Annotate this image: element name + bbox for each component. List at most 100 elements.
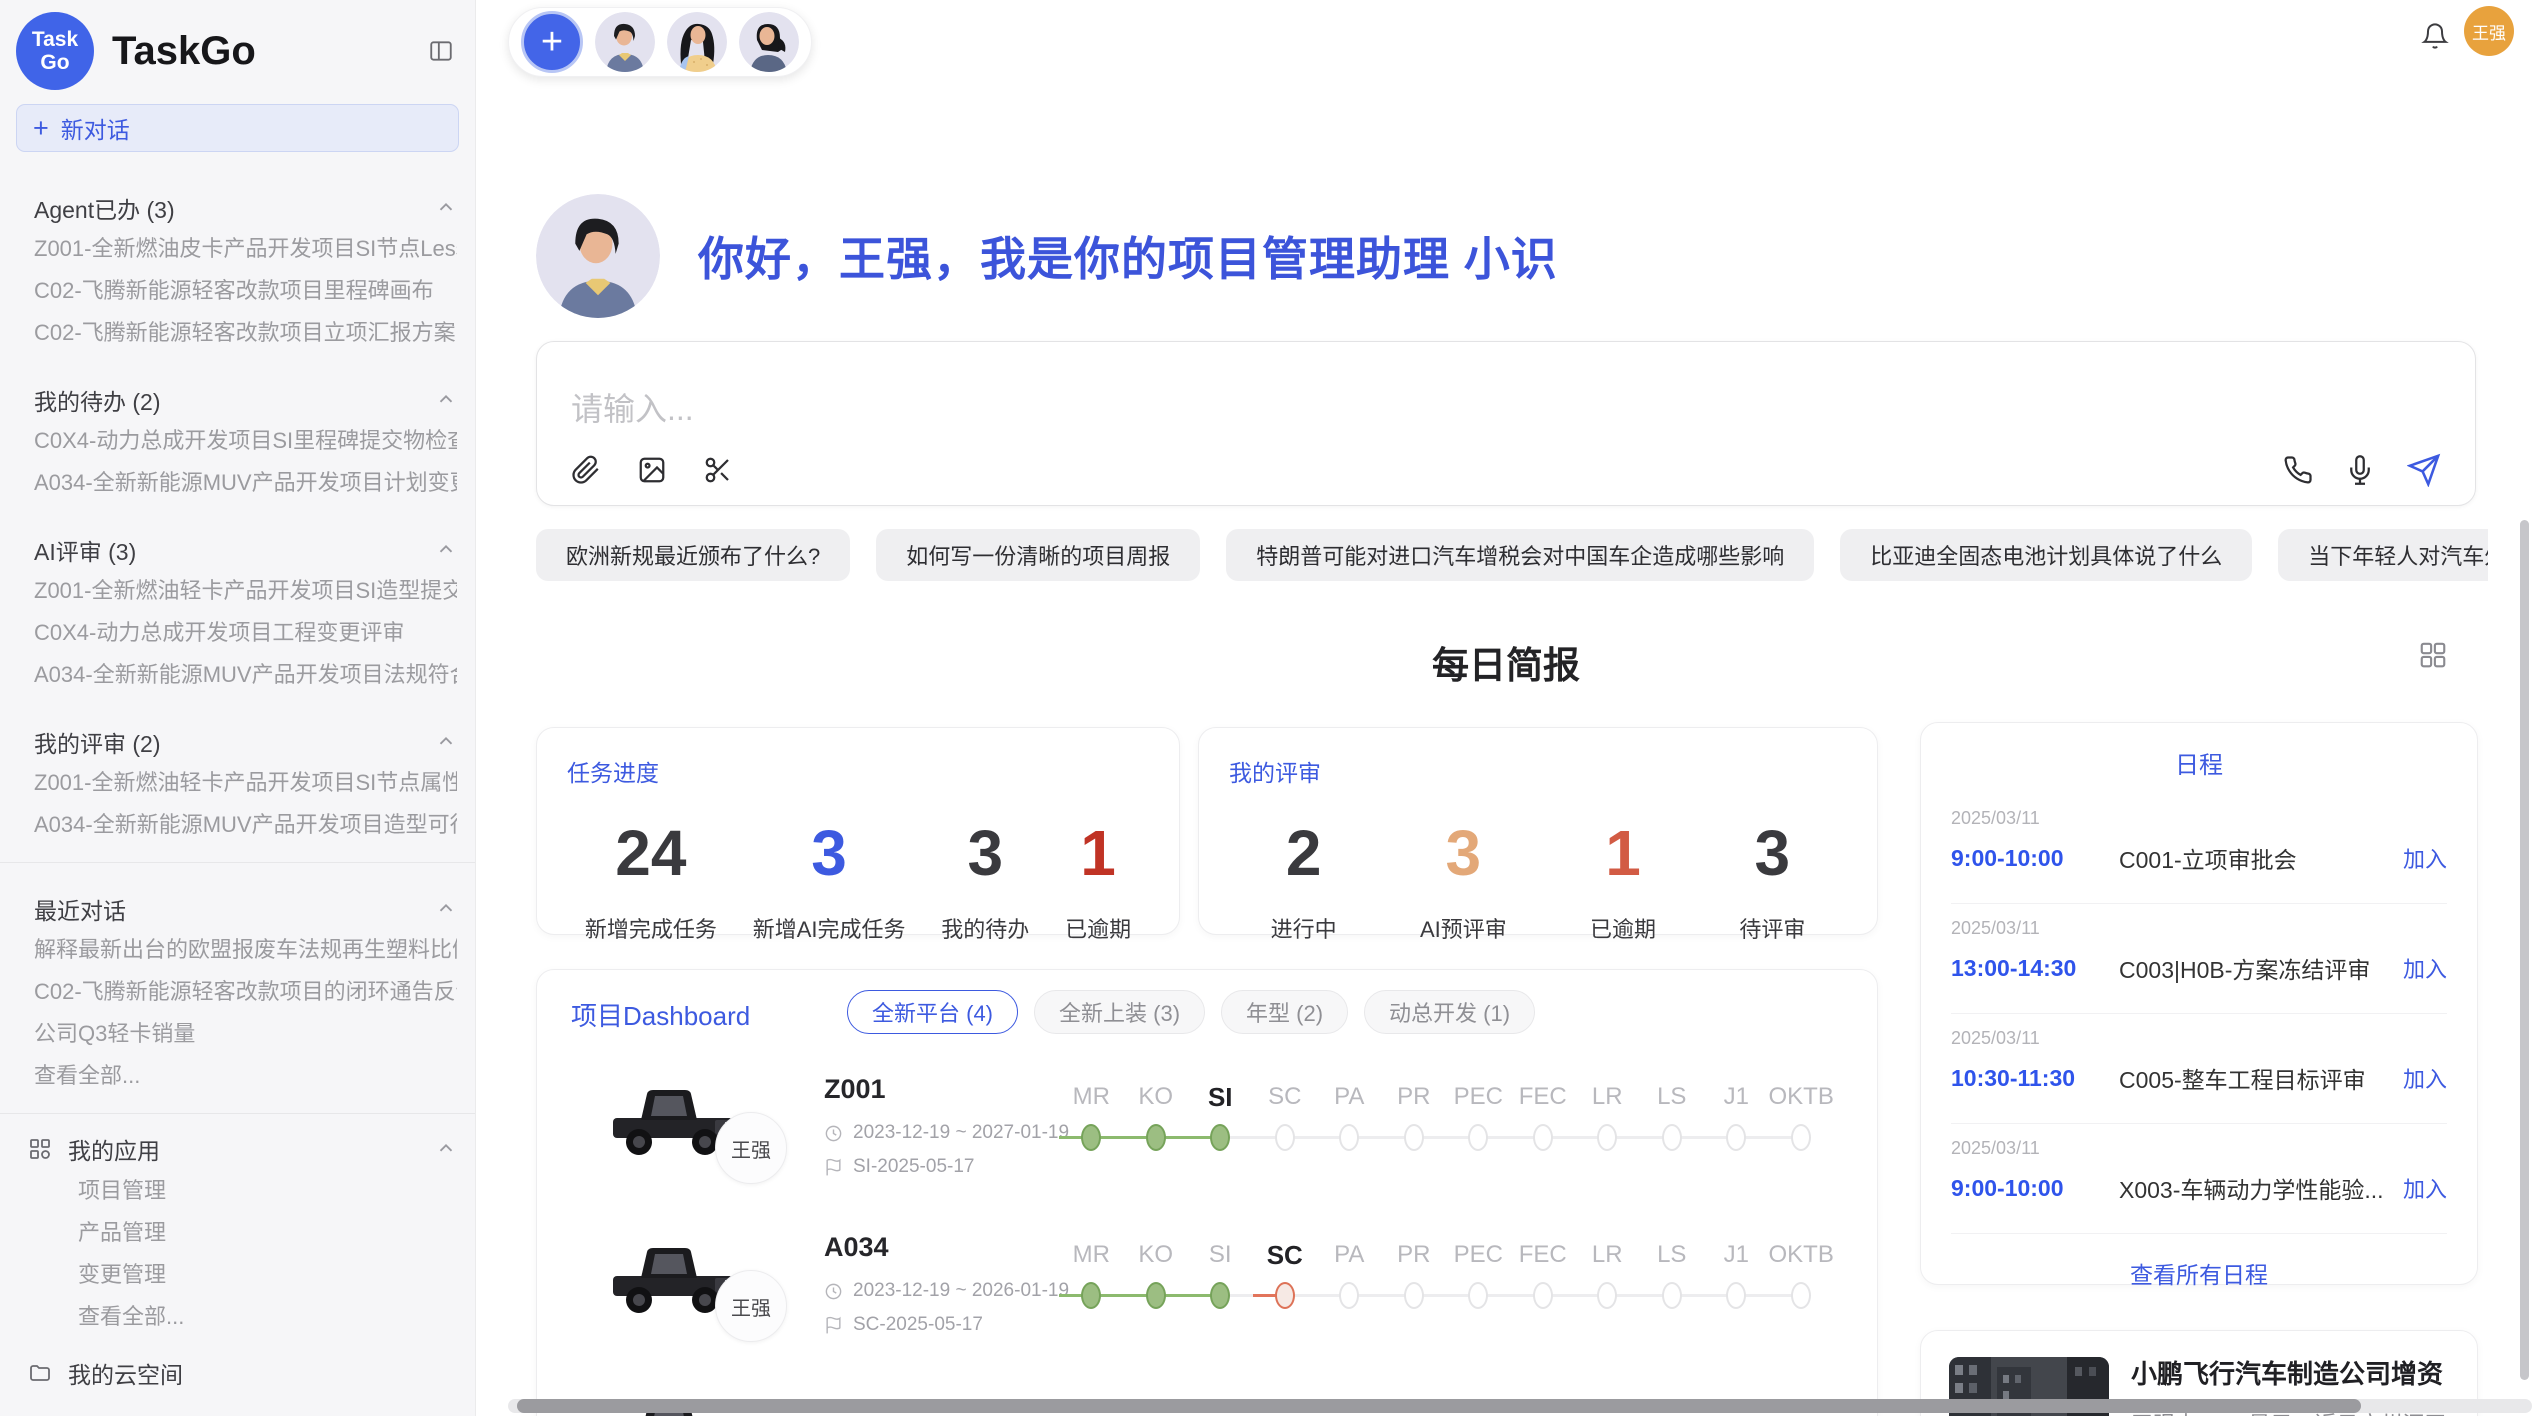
tab-powertrain[interactable]: 动总开发 (1) [1364, 990, 1535, 1034]
milestone-dot [1662, 1124, 1682, 1151]
task-item[interactable]: C02-飞腾新能源轻客改款项目里程碑画布 [34, 270, 457, 312]
my-favorites[interactable]: 我的收藏 [28, 1408, 457, 1416]
chevron-up-icon[interactable] [435, 731, 457, 753]
chevron-up-icon[interactable] [435, 539, 457, 561]
section-ai-review[interactable]: AI评审 (3) [34, 530, 457, 570]
horizontal-scrollbar-thumb[interactable] [517, 1399, 2361, 1413]
milestone-step: PEC [1446, 1082, 1511, 1162]
task-item[interactable]: C02-飞腾新能源轻客改款项目立项汇报方案 [34, 312, 457, 354]
chevron-up-icon[interactable] [435, 898, 457, 920]
milestone-label: J1 [1704, 1240, 1769, 1276]
agent-avatar-3[interactable] [739, 12, 799, 72]
task-item[interactable]: Z001-全新燃油轻卡产品开发项目SI造型提交物评审 [34, 570, 457, 612]
stat-value: 2 [1271, 816, 1337, 890]
milestone-step: PA [1317, 1240, 1382, 1320]
milestone-label: LR [1575, 1240, 1640, 1276]
tab-new-body[interactable]: 全新上装 (3) [1034, 990, 1205, 1034]
screenshot-scissors-icon[interactable] [703, 455, 733, 485]
view-all-apps-link[interactable]: 查看全部... [34, 1296, 457, 1338]
event-name: C003|H0B-方案冻结评审 [2119, 951, 2403, 985]
milestone-step: J1 [1704, 1082, 1769, 1162]
chat-input[interactable] [571, 366, 2441, 453]
project-row[interactable]: 王强 Z001 2023-12-19 ~ 2027-01-19 SI-2025-… [537, 1070, 1877, 1222]
join-link[interactable]: 加入 [2403, 952, 2447, 984]
image-upload-icon[interactable] [637, 455, 667, 485]
add-agent-button[interactable]: + [521, 11, 583, 73]
stat-label: AI预评审 [1420, 912, 1507, 944]
milestone-step: LR [1575, 1240, 1640, 1320]
card-title: 我的评审 [1229, 754, 1847, 788]
section-my-review[interactable]: 我的评审 (2) [34, 722, 457, 762]
milestone-dot [1468, 1282, 1488, 1309]
briefing-layout-icon[interactable] [2418, 640, 2448, 670]
chevron-up-icon[interactable] [435, 197, 457, 219]
app-link-product-mgmt[interactable]: 产品管理 [34, 1212, 457, 1254]
my-apps-header[interactable]: 我的应用 [28, 1128, 457, 1170]
stat-review-overdue: 1 已逾期 [1590, 816, 1656, 944]
agent-avatar-2[interactable] [667, 12, 727, 72]
stat-label: 我的待办 [941, 912, 1029, 944]
task-item[interactable]: Z001-全新燃油轻卡产品开发项目SI节点属性5D文件评审 [34, 762, 457, 804]
section-my-todo[interactable]: 我的待办 (2) [34, 380, 457, 420]
my-cloud-space[interactable]: 我的云空间 [28, 1352, 457, 1394]
recent-chat-item[interactable]: 公司Q3轻卡销量 [34, 1013, 457, 1055]
join-link[interactable]: 加入 [2403, 1172, 2447, 1204]
sidebar-collapse-icon[interactable] [427, 38, 455, 64]
schedule-event: 2025/03/11 9:00-10:00 C001-立项审批会 加入 [1951, 794, 2447, 904]
suggestion-chip[interactable]: 欧洲新规最近颁布了什么? [536, 529, 850, 581]
user-avatar-badge[interactable]: 王强 [2464, 6, 2514, 56]
tab-model-year[interactable]: 年型 (2) [1221, 990, 1348, 1034]
notification-bell-icon[interactable] [2421, 22, 2449, 50]
task-progress-card: 任务进度 24 新增完成任务 3 新增AI完成任务 3 我的待办 1 已逾期 [536, 727, 1180, 935]
stat-ai-prereview: 3 AI预评审 [1420, 816, 1507, 944]
milestone-track: MR KO SI SC PA PR PEC FEC LR LS J1 OKTB [1059, 1082, 1833, 1162]
task-item[interactable]: A034-全新新能源MUV产品开发项目造型可行性评审 [34, 804, 457, 846]
milestone-step: PR [1382, 1082, 1447, 1162]
app-link-change-mgmt[interactable]: 变更管理 [34, 1254, 457, 1296]
tab-new-platform[interactable]: 全新平台 (4) [847, 990, 1018, 1034]
task-item[interactable]: A034-全新新能源MUV产品开发项目法规符合性评审 [34, 654, 457, 696]
task-item[interactable]: C0X4-动力总成开发项目工程变更评审 [34, 612, 457, 654]
milestone-dot [1081, 1282, 1101, 1309]
milestone-dot [1404, 1124, 1424, 1151]
milestone-dot [1791, 1124, 1811, 1151]
project-next-milestone: SC-2025-05-17 [853, 1314, 983, 1336]
section-recent-chats[interactable]: 最近对话 [34, 889, 457, 929]
chevron-up-icon[interactable] [435, 1138, 457, 1160]
recent-chat-item[interactable]: C02-飞腾新能源轻客改款项目的闭环通告反馈情况 [34, 971, 457, 1013]
task-item[interactable]: Z001-全新燃油皮卡产品开发项目SI节点Lesson Learn报告 [34, 228, 457, 270]
suggestion-chip[interactable]: 当下年轻人对汽车外观有怎样的喜好趋势 [2278, 529, 2488, 581]
logo-text-top: Task [32, 28, 78, 51]
project-row[interactable]: 王强 A034 2023-12-19 ~ 2026-01-19 SC-2025-… [537, 1228, 1877, 1380]
sidebar: Task Go TaskGo + 新对话 Agent已办 (3) Z001-全新… [0, 0, 476, 1416]
section-agent-done[interactable]: Agent已办 (3) [34, 188, 457, 228]
task-item[interactable]: A034-全新新能源MUV产品开发项目计划变更表编写 [34, 462, 457, 504]
voice-call-icon[interactable] [2283, 455, 2313, 485]
join-link[interactable]: 加入 [2403, 1062, 2447, 1094]
event-date: 2025/03/11 [1951, 918, 2447, 939]
view-all-chats-link[interactable]: 查看全部... [34, 1055, 457, 1097]
suggestion-chip[interactable]: 如何写一份清晰的项目周报 [876, 529, 1200, 581]
attachment-icon[interactable] [571, 455, 601, 485]
suggestion-chip[interactable]: 特朗普可能对进口汽车增税会对中国车企造成哪些影响 [1226, 529, 1814, 581]
stat-label: 待评审 [1739, 912, 1805, 944]
milestone-label-current: SI [1188, 1082, 1253, 1118]
stat-value: 1 [1590, 816, 1656, 890]
app-link-project-mgmt[interactable]: 项目管理 [34, 1170, 457, 1212]
agent-avatar-1[interactable] [595, 12, 655, 72]
view-all-schedule-link[interactable]: 查看所有日程 [1951, 1234, 2447, 1312]
folder-icon [28, 1361, 52, 1385]
project-next-milestone: SI-2025-05-17 [853, 1156, 974, 1178]
recent-chat-item[interactable]: 解释最新出台的欧盟报废车法规再生塑料比例被调至15%... [34, 929, 457, 971]
new-chat-button[interactable]: + 新对话 [16, 104, 459, 152]
news-title: 小鹏飞行汽车制造公司增资 [2131, 1357, 2449, 1391]
section-title: Agent已办 (3) [34, 191, 175, 225]
suggestion-chip[interactable]: 比亚迪全固态电池计划具体说了什么 [1840, 529, 2252, 581]
microphone-icon[interactable] [2345, 455, 2375, 485]
chevron-up-icon[interactable] [435, 389, 457, 411]
send-icon[interactable] [2407, 453, 2441, 487]
main-content: + 王强 你好，王强，我是你的项目管理助理 小识 [476, 0, 2532, 1416]
join-link[interactable]: 加入 [2403, 842, 2447, 874]
vertical-scrollbar-thumb[interactable] [2520, 520, 2529, 1380]
task-item[interactable]: C0X4-动力总成开发项目SI里程碑提交物检查 [34, 420, 457, 462]
